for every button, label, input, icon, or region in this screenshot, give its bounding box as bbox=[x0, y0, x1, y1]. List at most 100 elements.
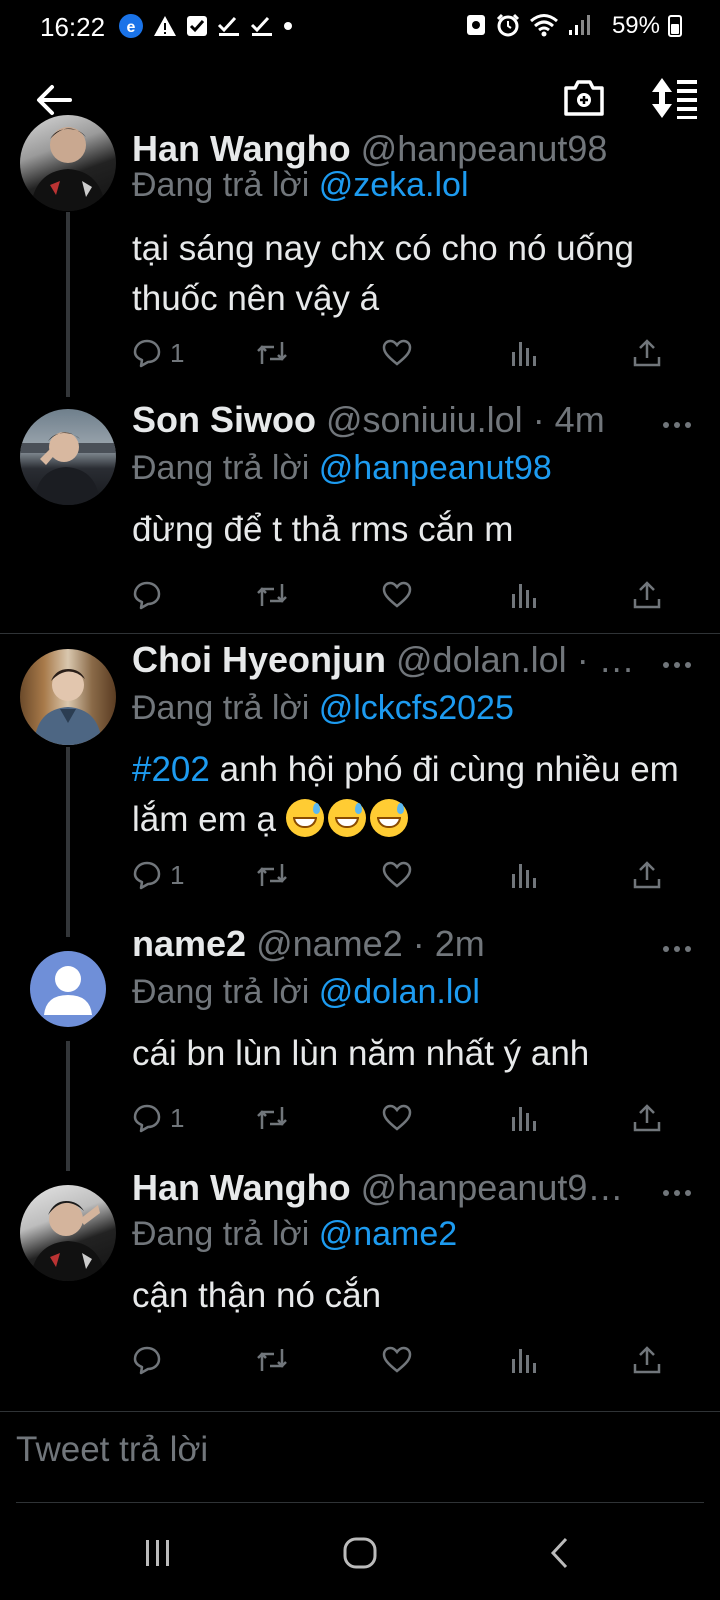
author-handle[interactable]: @hanpeanut98 bbox=[361, 128, 608, 169]
alarm-icon bbox=[496, 13, 520, 37]
system-nav-bar bbox=[0, 1510, 720, 1600]
author-name[interactable]: Han Wangho bbox=[132, 128, 351, 169]
tweet[interactable]: name2 @name2 · 2m Đang trả lời @dolan.lo… bbox=[0, 923, 720, 1175]
retweet-button[interactable] bbox=[256, 577, 288, 613]
tweet-text: #202 anh hội phó đi cùng nhiều em lắm em… bbox=[132, 745, 696, 845]
replying-to: Đang trả lời @hanpeanut98 bbox=[132, 449, 552, 488]
author-handle[interactable]: @hanpeanut9… bbox=[361, 1167, 624, 1208]
retweet-button[interactable] bbox=[256, 1100, 288, 1136]
like-icon bbox=[382, 339, 412, 366]
tweet-actions bbox=[132, 577, 692, 613]
more-icon[interactable] bbox=[662, 420, 692, 430]
like-button[interactable] bbox=[382, 857, 412, 893]
reply-icon bbox=[133, 861, 161, 890]
analytics-icon bbox=[512, 584, 536, 608]
double-check-icon-2 bbox=[250, 16, 272, 36]
author-handle[interactable]: @soniuiu.lol bbox=[326, 399, 523, 440]
tweet[interactable]: Han Wangho @hanpeanut98 Đang trả lời @ze… bbox=[0, 115, 720, 397]
like-icon bbox=[382, 1104, 412, 1131]
reply-composer-input[interactable]: Tweet trả lời bbox=[16, 1430, 208, 1470]
like-icon bbox=[382, 1346, 412, 1373]
share-button[interactable] bbox=[632, 335, 662, 371]
like-button[interactable] bbox=[382, 1100, 412, 1136]
share-button[interactable] bbox=[632, 1342, 662, 1378]
like-icon bbox=[382, 861, 412, 888]
share-button[interactable] bbox=[632, 1100, 662, 1136]
reply-icon bbox=[133, 1104, 161, 1133]
avatar[interactable] bbox=[20, 1185, 116, 1281]
author-handle[interactable]: @name2 bbox=[256, 923, 403, 964]
share-icon bbox=[633, 1104, 661, 1132]
reply-button[interactable] bbox=[132, 1342, 170, 1378]
camera-icon[interactable] bbox=[562, 76, 606, 120]
like-button[interactable] bbox=[382, 1342, 412, 1378]
replying-to-label: Đang trả lời bbox=[132, 166, 319, 204]
like-button[interactable] bbox=[382, 577, 412, 613]
reply-button[interactable]: 1 bbox=[132, 335, 184, 371]
replying-to-mention[interactable]: @hanpeanut98 bbox=[319, 449, 552, 487]
avatar[interactable] bbox=[20, 115, 116, 211]
share-icon bbox=[633, 339, 661, 367]
wifi-icon bbox=[530, 14, 558, 37]
tweet-text: tại sáng nay chx có cho nó uống thuốc nê… bbox=[132, 229, 635, 318]
analytics-button[interactable] bbox=[508, 335, 538, 371]
grinning-sweat-emoji-icon bbox=[285, 799, 324, 837]
share-button[interactable] bbox=[632, 857, 662, 893]
more-icon[interactable] bbox=[662, 944, 692, 954]
tweet-time: · 2m bbox=[412, 923, 485, 964]
tweet-text: cận thận nó cắn bbox=[132, 1276, 382, 1315]
tweet-actions bbox=[132, 1342, 692, 1378]
analytics-button[interactable] bbox=[508, 577, 538, 613]
tweet-actions: 1 bbox=[132, 335, 692, 371]
analytics-icon bbox=[512, 1107, 536, 1131]
avatar-portrait-icon bbox=[20, 432, 116, 505]
analytics-icon bbox=[512, 864, 536, 888]
author-name[interactable]: Choi Hyeonjun bbox=[132, 639, 386, 680]
author-handle[interactable]: @dolan.lol bbox=[396, 639, 567, 680]
hashtag[interactable]: #202 bbox=[132, 750, 210, 789]
retweet-icon bbox=[257, 864, 287, 886]
recent-apps-icon[interactable] bbox=[142, 1538, 174, 1568]
more-icon[interactable] bbox=[662, 1188, 692, 1198]
replying-to-mention[interactable]: @name2 bbox=[319, 1215, 457, 1253]
analytics-button[interactable] bbox=[508, 1342, 538, 1378]
replying-to-mention[interactable]: @lckcfs2025 bbox=[319, 689, 514, 727]
analytics-button[interactable] bbox=[508, 1100, 538, 1136]
retweet-button[interactable] bbox=[256, 1342, 288, 1378]
sort-icon[interactable] bbox=[650, 76, 700, 120]
avatar[interactable] bbox=[30, 951, 106, 1027]
replying-to-mention[interactable]: @dolan.lol bbox=[319, 973, 480, 1011]
share-button[interactable] bbox=[632, 577, 662, 613]
tweet-header: Choi Hyeonjun @dolan.lol · … bbox=[132, 639, 660, 687]
retweet-button[interactable] bbox=[256, 857, 288, 893]
reply-button[interactable] bbox=[132, 577, 170, 613]
divider bbox=[0, 633, 720, 634]
reply-button[interactable]: 1 bbox=[132, 857, 184, 893]
tweet-actions: 1 bbox=[132, 857, 692, 893]
replying-to-label: Đang trả lời bbox=[132, 1215, 319, 1253]
replying-to-label: Đang trả lời bbox=[132, 449, 319, 487]
retweet-icon bbox=[257, 1107, 287, 1129]
more-icon[interactable] bbox=[662, 660, 692, 670]
replying-to-mention[interactable]: @zeka.lol bbox=[319, 166, 469, 204]
tweet[interactable]: Han Wangho @hanpeanut9… Đang trả lời @na… bbox=[0, 1167, 720, 1410]
avatar[interactable] bbox=[20, 409, 116, 505]
reply-count: 1 bbox=[170, 337, 185, 368]
tweet[interactable]: Choi Hyeonjun @dolan.lol · … Đang trả lờ… bbox=[0, 635, 720, 937]
home-icon[interactable] bbox=[342, 1536, 378, 1570]
analytics-button[interactable] bbox=[508, 857, 538, 893]
tweet[interactable]: Son Siwoo @soniuiu.lol · 4m Đang trả lời… bbox=[0, 395, 720, 635]
like-button[interactable] bbox=[382, 335, 412, 371]
reply-icon bbox=[133, 1346, 161, 1375]
retweet-button[interactable] bbox=[256, 335, 288, 371]
svg-text:e: e bbox=[127, 19, 136, 36]
author-name[interactable]: Son Siwoo bbox=[132, 399, 316, 440]
back-nav-icon[interactable] bbox=[548, 1536, 572, 1570]
retweet-icon bbox=[257, 342, 287, 364]
author-name[interactable]: name2 bbox=[132, 923, 246, 964]
browser-notification-icon: e bbox=[119, 14, 143, 38]
author-name[interactable]: Han Wangho bbox=[132, 1167, 351, 1208]
avatar[interactable] bbox=[20, 649, 116, 745]
reply-button[interactable]: 1 bbox=[132, 1100, 184, 1136]
status-time: 16:22 bbox=[40, 12, 106, 42]
